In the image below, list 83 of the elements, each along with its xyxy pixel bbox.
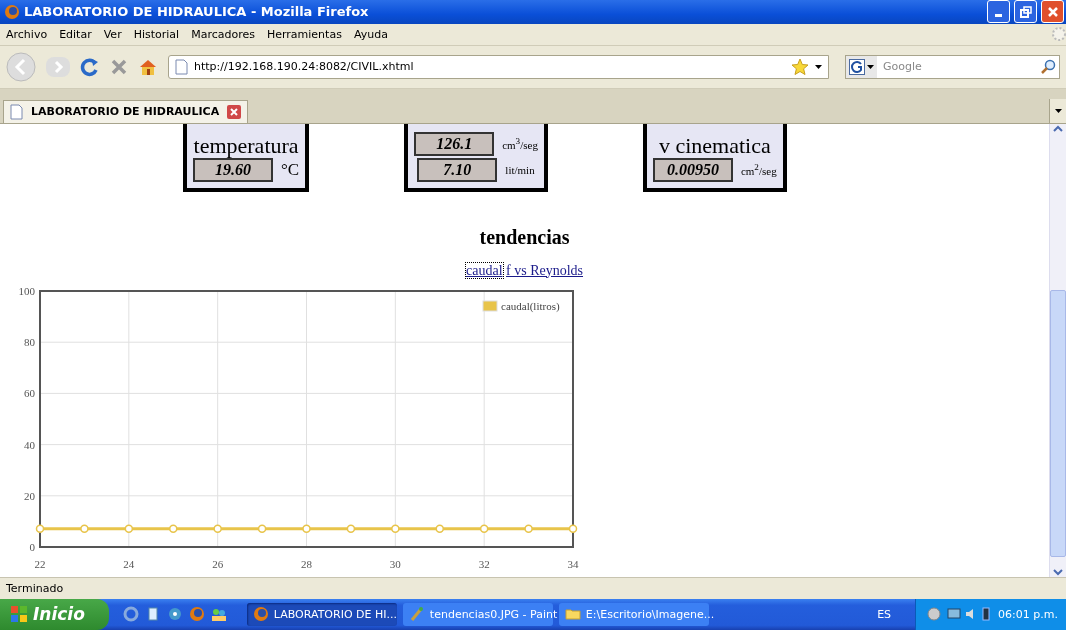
dropdown-icon[interactable] <box>815 64 822 69</box>
data-point <box>35 524 45 533</box>
axis-tick-label: 60 <box>24 387 35 399</box>
start-button[interactable]: Inicio <box>0 599 109 630</box>
axis-tick-label: 40 <box>24 438 35 451</box>
data-point <box>80 524 89 533</box>
data-point <box>213 524 222 533</box>
unit-label: °C <box>281 159 300 180</box>
panel-label: v cinematica <box>658 135 771 156</box>
axis-tick-label: 32 <box>478 557 490 570</box>
axis-tick-label: 30 <box>389 557 401 570</box>
data-point <box>568 524 578 533</box>
taskbar-button[interactable]: LABORATORIO DE HI... <box>246 603 397 626</box>
window-title: LABORATORIO DE HIDRAULICA - Mozilla Firefox <box>24 4 370 20</box>
data-point <box>435 524 444 533</box>
minimize-icon[interactable] <box>987 0 1010 24</box>
axis-tick-label: 24 <box>123 557 135 570</box>
axis-tick-label: 34 <box>567 557 579 570</box>
scroll-down-icon[interactable] <box>1051 567 1065 578</box>
chart-link[interactable]: f vs Reynolds <box>506 262 583 278</box>
legend-label: caudal(litros) <box>501 299 560 312</box>
unit-label: cm$^{2}$/seg <box>740 162 777 177</box>
dropdown-icon <box>867 64 874 69</box>
users-icon[interactable] <box>210 606 227 623</box>
media-icon[interactable] <box>166 606 183 623</box>
browser-tab[interactable]: LABORATORIO DE HIDRAULICA <box>3 99 248 123</box>
page-icon <box>10 103 23 120</box>
data-point <box>302 524 311 533</box>
menu-item[interactable]: Ayuda <box>353 27 396 41</box>
menu-item[interactable]: Archivo <box>6 27 56 41</box>
folder-icon <box>564 606 581 623</box>
paint-brush-icon <box>408 606 425 623</box>
windows-logo-icon <box>10 605 28 624</box>
reading-display: 19.60 <box>193 157 273 182</box>
data-point <box>124 524 134 533</box>
axis-tick-label: 20 <box>24 489 35 502</box>
star-icon[interactable] <box>791 57 809 76</box>
data-point <box>257 524 267 533</box>
axis-tick-label: 100 <box>18 284 35 297</box>
data-point <box>479 524 489 533</box>
scrollbar[interactable] <box>1049 123 1066 578</box>
scroll-up-icon[interactable] <box>1051 123 1065 134</box>
axis-tick-label: 22 <box>34 557 46 570</box>
reading-display: 7.10 <box>417 157 498 182</box>
reading-display: 0.00950 <box>652 157 733 182</box>
status-text: Terminado <box>6 582 64 595</box>
axis-tick-label: 28 <box>301 557 312 570</box>
page-icon <box>175 58 188 75</box>
unit-label: lit/min <box>505 163 535 176</box>
scroll-thumb[interactable] <box>1050 289 1066 557</box>
search-engine-button[interactable] <box>846 55 877 78</box>
close-icon[interactable] <box>1041 0 1064 24</box>
menu-item[interactable]: Historial <box>133 27 188 41</box>
data-point <box>524 524 533 533</box>
language-indicator[interactable]: ES <box>859 608 910 621</box>
search-icon[interactable] <box>1040 58 1056 75</box>
axis-tick-label: 0 <box>29 540 35 553</box>
maximize-icon[interactable] <box>1014 0 1037 24</box>
data-point <box>169 524 178 533</box>
reload-icon[interactable] <box>80 56 100 77</box>
throbber-icon <box>1052 27 1066 42</box>
unit-label: cm$^{3}$/seg <box>502 136 538 151</box>
close-icon[interactable] <box>227 104 242 119</box>
address-field[interactable]: http://192.168.190.24:8082/CIVIL.xhtml <box>168 54 829 79</box>
data-point <box>391 524 400 533</box>
tab-list-icon[interactable] <box>1049 98 1066 123</box>
axis-tick-label: 26 <box>212 557 224 570</box>
axis-tick-label: 80 <box>24 335 35 348</box>
network-icon <box>926 606 943 623</box>
menu-item[interactable]: Editar <box>59 27 100 41</box>
search-bar[interactable]: Google <box>845 54 1060 79</box>
chart-link[interactable]: caudal <box>466 262 503 278</box>
g-icon <box>849 58 865 75</box>
reading-display: 126.1 <box>414 131 495 156</box>
menu-item[interactable]: Herramientas <box>266 27 350 41</box>
panel-label: temperatura <box>193 135 299 156</box>
speaker-icon <box>966 609 975 620</box>
data-point <box>346 524 356 533</box>
menu-item[interactable]: Ver <box>103 27 130 41</box>
browser-icon[interactable] <box>122 606 139 623</box>
clock: 06:01 p.m. <box>998 608 1058 621</box>
section-heading: tendencias <box>478 225 571 249</box>
menu-item[interactable]: Marcadores <box>191 27 263 41</box>
